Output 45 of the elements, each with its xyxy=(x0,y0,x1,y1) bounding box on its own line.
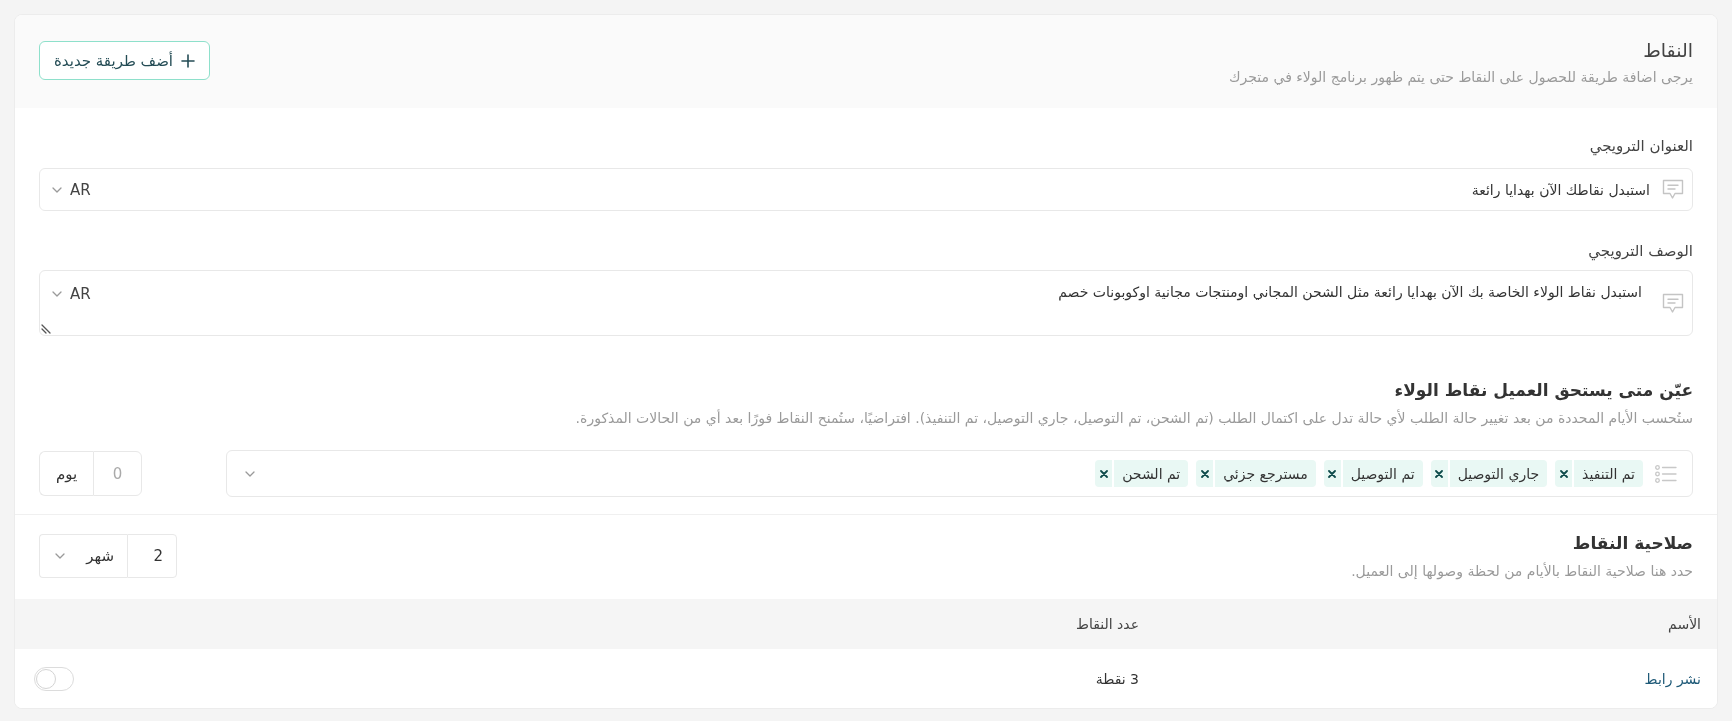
remove-tag-button[interactable] xyxy=(1196,460,1214,487)
language-select[interactable]: AR xyxy=(52,179,91,200)
field-label: العنوان الترويجي xyxy=(1588,136,1693,156)
method-link[interactable]: نشر رابط xyxy=(1644,670,1701,687)
close-icon xyxy=(1200,469,1209,478)
section-description: حدد هنا صلاحية النقاط بالأيام من لحظة وصولها إلى العميل. xyxy=(1351,561,1693,581)
chevron-down-icon xyxy=(52,291,62,297)
column-header: الأسم xyxy=(1668,616,1701,632)
column-header: عدد النقاط xyxy=(1075,616,1139,632)
remove-tag-button[interactable] xyxy=(1555,460,1573,487)
add-method-button[interactable]: أضف طريقة جديدة xyxy=(39,41,211,80)
section-description: يرجى اضافة طريقة للحصول على النقاط حتى يتم ظهور برنامج الولاء في متجرك xyxy=(1229,68,1693,87)
close-icon xyxy=(1559,469,1568,478)
section-title: النقاط xyxy=(1642,38,1693,63)
field-label: الوصف الترويجي xyxy=(1587,241,1693,261)
section-heading: صلاحية النقاط xyxy=(1571,532,1693,555)
status-tag: تم الشحن xyxy=(1114,460,1189,487)
language-select[interactable]: AR xyxy=(52,284,91,304)
status-multiselect[interactable]: تم التنفيذ جاري التوصيل تم التوصيل مسترجع جزئي تم الشحن xyxy=(226,450,1693,497)
plus-icon xyxy=(181,53,196,68)
resize-handle-icon[interactable] xyxy=(41,324,51,334)
close-icon xyxy=(1099,469,1108,478)
close-icon xyxy=(1435,469,1444,478)
status-tag: تم التنفيذ xyxy=(1574,460,1643,487)
toggle-switch[interactable] xyxy=(34,666,74,691)
remove-tag-button[interactable] xyxy=(1323,460,1341,487)
chevron-down-icon xyxy=(55,553,65,559)
validity-input[interactable]: 2 xyxy=(127,534,177,578)
unit-label: يوم xyxy=(39,451,93,496)
period-select[interactable]: شهر xyxy=(39,534,127,578)
remove-tag-button[interactable] xyxy=(1430,460,1448,487)
points-cell: 3 نقطة xyxy=(1095,670,1139,687)
chevron-down-icon xyxy=(52,186,62,193)
status-tag: جاري التوصيل xyxy=(1449,460,1548,487)
days-input[interactable]: 0 xyxy=(93,451,142,496)
remove-tag-button[interactable] xyxy=(1095,460,1113,487)
chat-icon xyxy=(1662,292,1684,314)
close-icon xyxy=(1328,469,1337,478)
section-description: ستُحسب الأيام المحددة من بعد تغيير حالة الطلب لأي حالة تدل على اكتمال الطلب (تم الشحن، تم التوصيل، جاري التوصيل، تم التنفيذ). افتراضيًا، ستُمنح النقاط فورًا بعد أي من الحالات المذكورة. xyxy=(574,408,1693,428)
status-tag: تم التوصيل xyxy=(1342,460,1423,487)
chevron-down-icon xyxy=(245,470,255,477)
chat-icon xyxy=(1662,179,1684,200)
list-icon xyxy=(1655,464,1677,483)
status-tag: مسترجع جزئي xyxy=(1215,460,1316,487)
section-heading: عيّن متى يستحق العميل نقاط الولاء xyxy=(1393,379,1693,402)
